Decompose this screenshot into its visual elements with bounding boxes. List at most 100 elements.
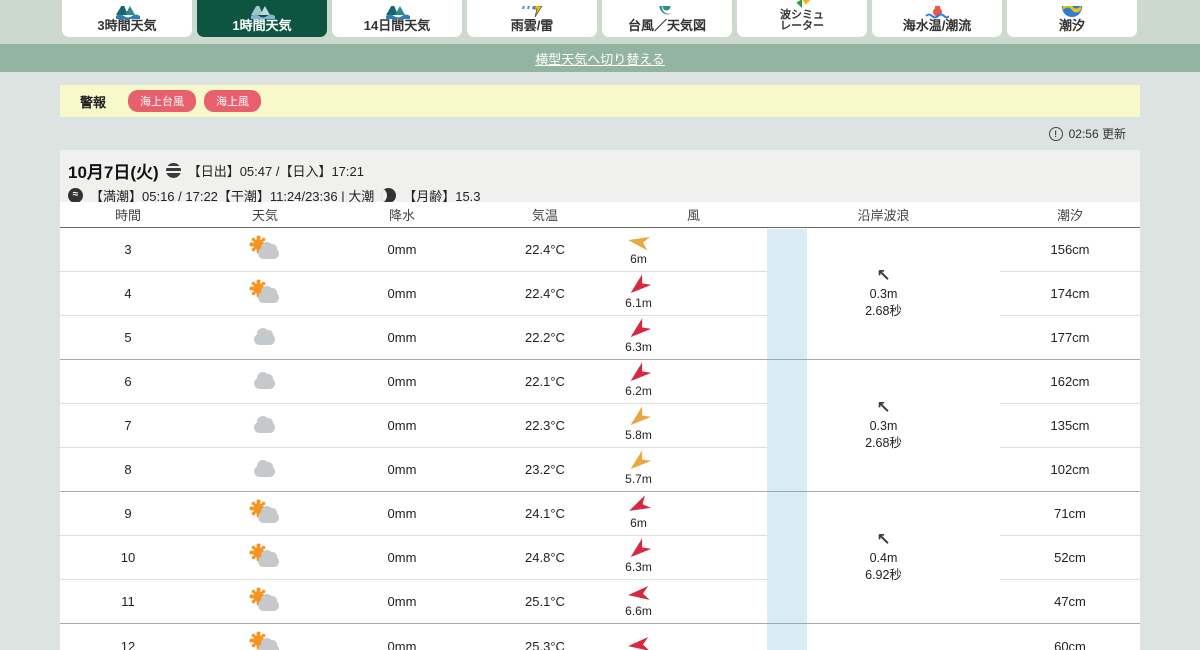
precip-cell: 0mm (334, 580, 470, 624)
cloudy-icon (248, 414, 282, 438)
wind-speed: 6.3m (625, 339, 652, 354)
update-row: ! 02:56 更新 (60, 117, 1140, 150)
column-header-wind: 風 (620, 202, 767, 228)
wind-speed: 5.8m (625, 427, 652, 442)
partly-cloudy-icon (248, 238, 282, 262)
hour-cell: 6 (60, 360, 196, 404)
coastal-wave-cell: ↖ 0.3m 2.68秒 (767, 228, 1000, 360)
wind-cell (620, 624, 767, 650)
weather-cell (196, 316, 334, 360)
hour-cell: 10 (60, 536, 196, 580)
layout-switch-banner: 横型天気へ切り替える (0, 44, 1200, 72)
wind-direction-icon (627, 636, 651, 650)
hour-cell: 12 (120, 638, 136, 650)
partly-cloudy-icon (248, 634, 282, 650)
date-title: 10月7日(火) (68, 163, 159, 182)
tab-tide[interactable]: 潮汐 (1007, 0, 1137, 37)
tide-cell: 162cm (1000, 360, 1140, 404)
wind-cell: 6.2m (620, 360, 767, 404)
tide-cell: 102cm (1000, 448, 1140, 492)
warning-label: 警報 (80, 94, 107, 110)
partly-cloudy-icon (248, 590, 282, 614)
tab-wave-simulator[interactable]: 波シミュ レーター (737, 0, 867, 37)
warning-bar: 警報 海上台風 海上風 (60, 85, 1140, 117)
info-icon: ! (1048, 126, 1063, 141)
weather-cell (196, 360, 334, 404)
wind-direction-icon (626, 232, 650, 252)
tab-label: 台風／天気図 (627, 18, 706, 34)
wave-direction-icon: ↖ (876, 530, 891, 550)
hour-cell: 5 (60, 316, 196, 360)
precip-cell: 0mm (387, 638, 417, 650)
wind-speed: 6.1m (625, 295, 652, 310)
wind-speed: 6.3m (625, 559, 652, 574)
tide-cell: 47cm (1000, 580, 1140, 624)
wind-cell: 6.6m (620, 580, 767, 624)
wave-period: 2.68秒 (865, 436, 902, 450)
hour-cell: 9 (60, 492, 196, 536)
wave-direction-icon: ↖ (876, 266, 891, 286)
tide-cell: 156cm (1000, 228, 1140, 272)
wind-speed: 6m (630, 251, 647, 266)
tide-cell: 52cm (1000, 536, 1140, 580)
tab-rain-cloud-lightning[interactable]: 雨雲/雷 (467, 0, 597, 37)
warning-badge-sea-wind[interactable]: 海上風 (204, 90, 262, 112)
wind-cell: 6.3m (620, 316, 767, 360)
weather-cell (196, 228, 334, 272)
coastal-wave-cell: ↖ 0.3m 2.68秒 (767, 360, 1000, 492)
tab-label: 1時間天気 (232, 18, 292, 34)
wind-speed: 6.2m (625, 383, 652, 398)
tide-cell: 60cm (1054, 638, 1086, 650)
hour-cell: 11 (60, 580, 196, 624)
temp-cell: 25.3°C (525, 638, 565, 650)
warning-badge-sea-typhoon[interactable]: 海上台風 (128, 90, 197, 112)
precip-cell: 0mm (334, 272, 470, 316)
hour-cell: 4 (60, 272, 196, 316)
coastal-wave-cell (767, 624, 1000, 650)
temp-cell: 24.8°C (470, 536, 620, 580)
wind-speed: 5.7m (625, 471, 652, 486)
tide-cell: 174cm (1000, 272, 1140, 316)
tab-14day-weather[interactable]: 14日間天気 (332, 0, 462, 37)
temp-cell: 22.4°C (470, 228, 620, 272)
wind-direction-icon (627, 584, 651, 602)
precip-cell: 0mm (334, 316, 470, 360)
column-header-tide: 潮汐 (1000, 202, 1140, 228)
weather-cell (196, 448, 334, 492)
wind-cell: 5.8m (620, 404, 767, 448)
date-header: 10月7日(火) 【日出】05:47 /【日入】17:21 ≈ 【満潮】05:1… (60, 150, 1140, 204)
temp-cell: 22.3°C (470, 404, 620, 448)
tab-3hour-weather[interactable]: 3時間天気 (62, 0, 192, 37)
tide-wave-icon: ≈ (68, 188, 83, 203)
weather-cell (196, 536, 334, 580)
sunrise-sunset-times: 【日出】05:47 /【日入】17:21 (187, 164, 364, 179)
weather-cell (196, 492, 334, 536)
moon-phase-icon (381, 188, 397, 203)
wind-speed: 6.6m (625, 603, 652, 618)
switch-to-horizontal-weather-link[interactable]: 横型天気へ切り替える (535, 49, 665, 68)
wave-direction-icon: ↖ (876, 398, 891, 418)
partly-cloudy-icon (248, 282, 282, 306)
temp-cell: 22.2°C (470, 316, 620, 360)
column-header-precipitation: 降水 (334, 202, 470, 228)
temp-cell: 22.4°C (470, 272, 620, 316)
wave-height: 0.3m (869, 287, 898, 302)
temp-cell: 23.2°C (470, 448, 620, 492)
weather-cell (196, 624, 334, 650)
wind-cell: 6m (620, 492, 767, 536)
weather-cell (196, 404, 334, 448)
hour-cell: 7 (60, 404, 196, 448)
tab-typhoon-weather-map[interactable]: 台風／天気図 (602, 0, 732, 37)
tab-1hour-weather[interactable]: 1時間天気 (197, 0, 327, 37)
column-header-temperature: 気温 (470, 202, 620, 228)
wave-period: 6.92秒 (865, 568, 902, 582)
partly-cloudy-icon (248, 502, 282, 526)
wind-direction-icon (625, 493, 652, 517)
tide-cell: 71cm (1000, 492, 1140, 536)
precip-cell: 0mm (334, 360, 470, 404)
precip-cell: 0mm (334, 448, 470, 492)
tab-label: 海水温/潮流 (902, 18, 972, 34)
cloudy-icon (248, 458, 282, 482)
tab-sea-temperature-current[interactable]: 海水温/潮流 (872, 0, 1002, 37)
wave-period: 2.68秒 (865, 304, 902, 318)
